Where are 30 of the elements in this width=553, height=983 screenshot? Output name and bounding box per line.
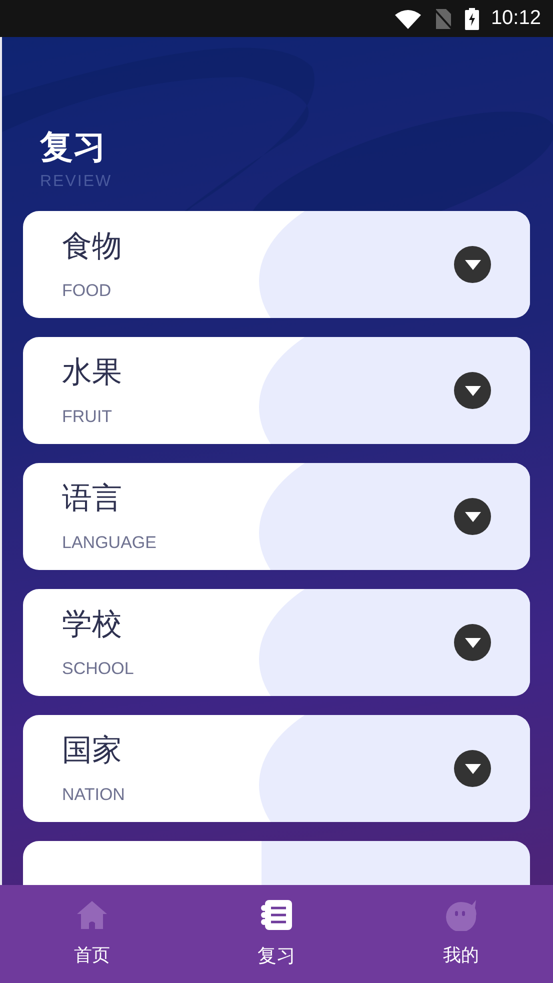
caret-icon: [464, 636, 480, 648]
category-title: 语言: [62, 480, 122, 518]
category-subtitle: SCHOOL: [62, 659, 134, 679]
category-card[interactable]: 学校 SCHOOL: [23, 589, 530, 696]
category-card[interactable]: 食物 FOOD: [23, 211, 530, 318]
notebook-icon: [260, 899, 292, 931]
caret-icon: [464, 510, 480, 522]
wifi-icon: [394, 8, 421, 28]
category-card[interactable]: 语言 LANGUAGE: [23, 463, 530, 570]
caret-icon: [464, 384, 480, 396]
category-title: 食物: [62, 228, 122, 266]
caret-icon: [464, 258, 480, 270]
category-title: 水果: [62, 354, 122, 392]
nav-tab[interactable]: 我的: [368, 885, 553, 983]
battery-charging-icon: [464, 8, 479, 30]
caret-icon: [464, 762, 480, 774]
nav-tab[interactable]: 复习: [184, 885, 369, 983]
category-title: 学校: [62, 606, 122, 644]
category-title: 国家: [62, 732, 122, 770]
face-icon: [444, 899, 477, 931]
clock-time: 10:12: [490, 7, 541, 30]
category-subtitle: FOOD: [62, 281, 112, 301]
category-subtitle: NATION: [62, 785, 125, 805]
nav-tab[interactable]: 首页: [0, 885, 184, 983]
category-card[interactable]: 水果 FRUIT: [23, 337, 530, 444]
category-card[interactable]: 国家 NATION: [23, 715, 530, 822]
category-subtitle: LANGUAGE: [62, 533, 156, 553]
page-title: 复习: [40, 127, 107, 167]
home-icon: [76, 899, 108, 931]
category-subtitle: FRUIT: [62, 407, 112, 427]
